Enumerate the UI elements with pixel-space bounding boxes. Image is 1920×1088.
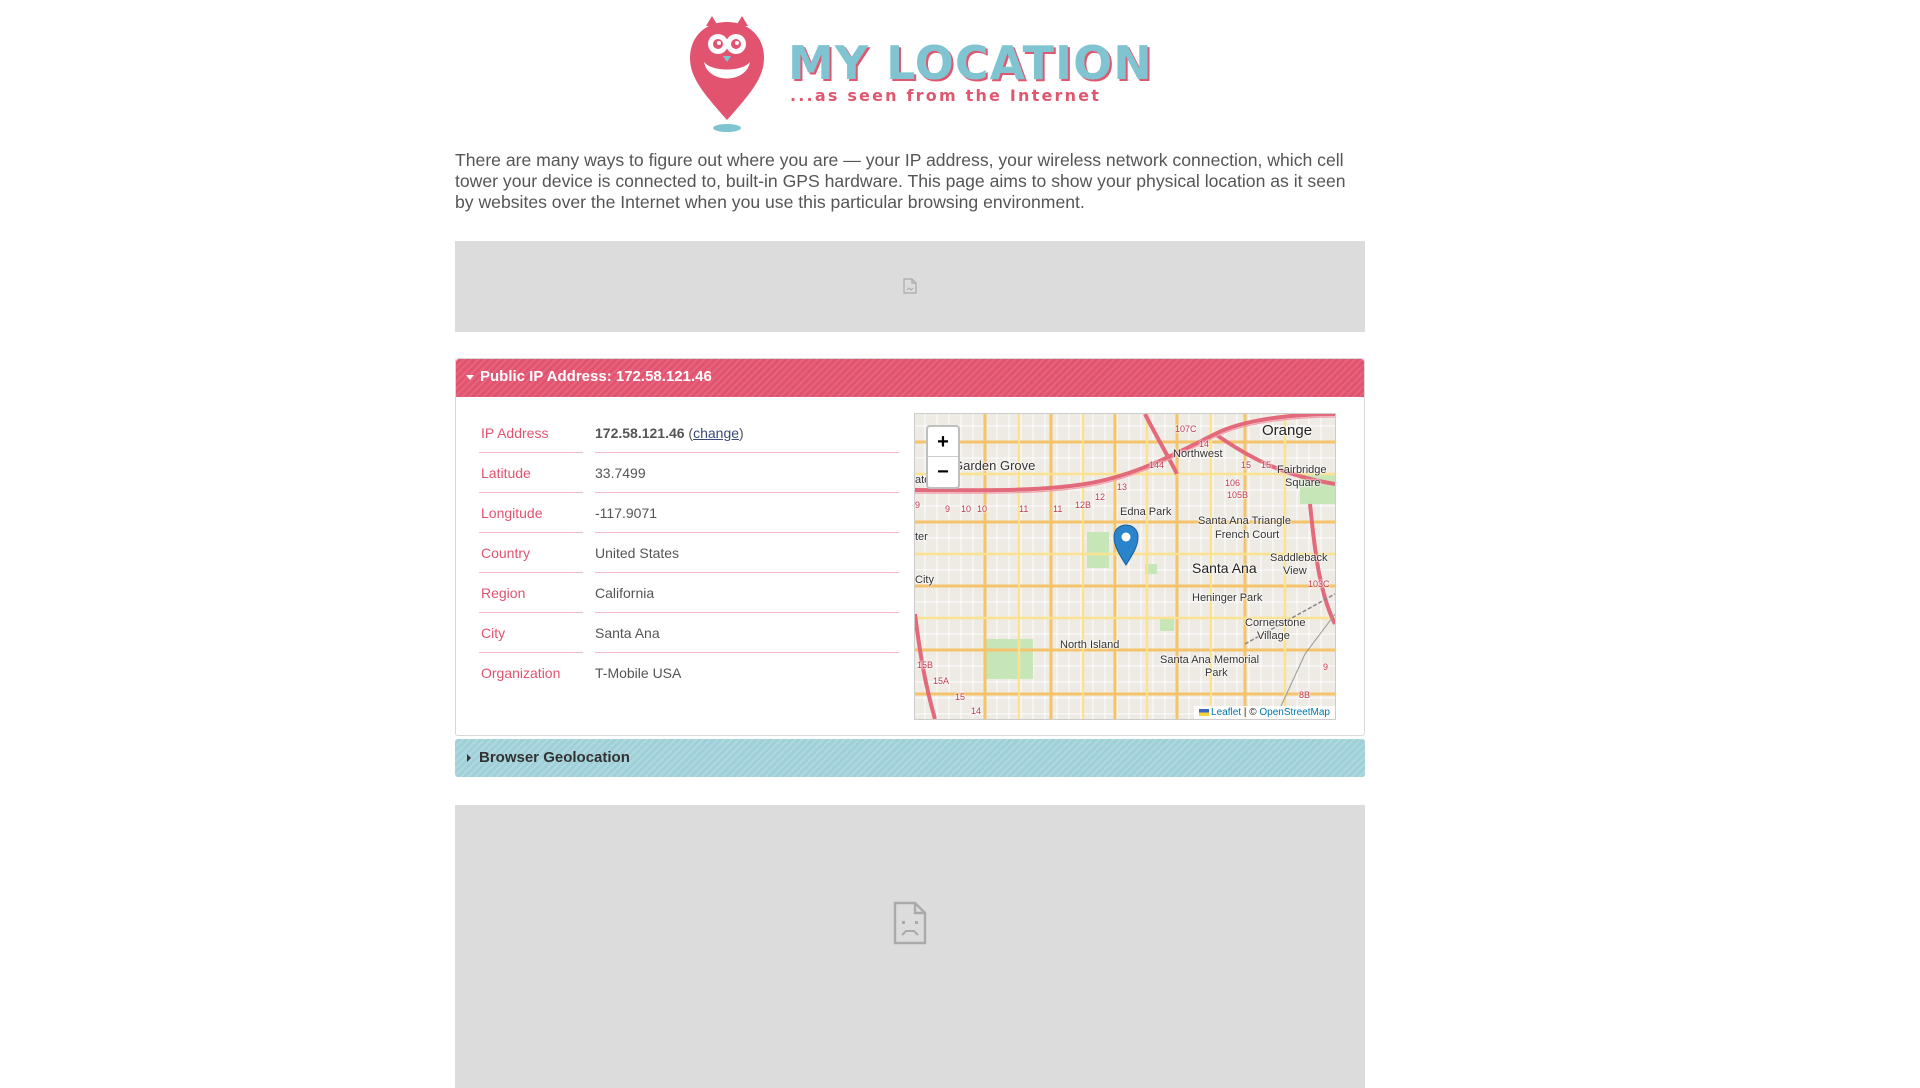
map-label: North Island (1060, 639, 1120, 651)
logo-tagline: ...as seen from the Internet (790, 86, 1102, 105)
map-route-label: 15 (1261, 460, 1272, 470)
map-route-label: 12B (1075, 500, 1092, 510)
map-route-label: 103C (1308, 579, 1330, 589)
attribution-separator: | © (1243, 707, 1257, 718)
info-label: Latitude (481, 465, 531, 481)
leaflet-link[interactable]: Leaflet (1211, 707, 1241, 718)
caret-right-icon (467, 754, 471, 762)
map-label: Santa Ana Triangle (1198, 515, 1291, 527)
map-label: Heninger Park (1192, 592, 1263, 604)
location-marker-icon[interactable] (1113, 524, 1139, 566)
ad-placeholder-bottom (455, 805, 1365, 1088)
map-label: French Court (1215, 529, 1280, 541)
info-value: Santa Ana (595, 625, 660, 641)
info-value: 172.58.121.46 (change) (595, 425, 744, 441)
map-label: Square (1285, 477, 1321, 489)
broken-image-icon (893, 901, 927, 945)
map-route-label: 13 (1117, 482, 1128, 492)
map-label: Santa Ana (1192, 560, 1257, 576)
info-row-region: Region California (479, 573, 899, 613)
info-label: Organization (481, 665, 561, 681)
map-route-label: 15B (917, 660, 934, 670)
map-label: Saddleback (1270, 552, 1328, 564)
info-label: IP Address (481, 425, 549, 441)
browser-geolocation-panel-header[interactable]: Browser Geolocation (455, 739, 1365, 777)
ad-placeholder-top (455, 241, 1365, 332)
map-route-label: 15 (955, 692, 966, 702)
info-row-ip-address: IP Address 172.58.121.46 (change) (479, 413, 899, 453)
map-attribution: Leaflet | © OpenStreetMap (1194, 706, 1335, 719)
info-label: City (481, 625, 506, 641)
browser-geolocation-title: Browser Geolocation (479, 749, 630, 766)
info-row-country: Country United States (479, 533, 899, 573)
map-label: Village (1257, 630, 1290, 642)
map-route-label: 12 (1095, 492, 1106, 502)
ip-address-value: 172.58.121.46 (595, 425, 685, 441)
map-zoom-control: + − (926, 425, 960, 489)
map-label: Garden Grove (953, 458, 1036, 473)
owl-pin-icon (690, 16, 764, 132)
public-ip-panel-header[interactable]: Public IP Address: 172.58.121.46 (456, 359, 1364, 397)
intro-paragraph: There are many ways to figure out where … (455, 150, 1346, 212)
map-route-label: 11 (1019, 504, 1029, 514)
logo-title: MY LOCATION (788, 36, 1153, 90)
map-route-label: 10 (961, 504, 972, 514)
map-label: Cornerstone (1245, 617, 1306, 629)
map-route-label: 9 (945, 504, 951, 514)
map-route-label: 15 (1241, 460, 1252, 470)
ukraine-flag-icon (1199, 708, 1210, 716)
info-value: -117.9071 (595, 505, 658, 521)
info-row-city: City Santa Ana (479, 613, 899, 653)
map-route-label: 14 (1199, 439, 1210, 449)
info-row-longitude: Longitude -117.9071 (479, 493, 899, 533)
change-ip-link[interactable]: change (693, 425, 739, 441)
info-value: California (595, 585, 655, 601)
info-label: Region (481, 585, 526, 601)
info-row-organization: Organization T-Mobile USA (479, 653, 899, 693)
broken-image-icon (903, 278, 917, 294)
info-label: Country (481, 545, 531, 561)
map-label: Orange (1262, 422, 1313, 439)
map-route-label: 107C (1175, 424, 1197, 434)
map-route-label: 144 (1149, 460, 1165, 470)
info-value: T-Mobile USA (595, 665, 682, 681)
map-label: Northwest (1173, 448, 1223, 460)
map-label: Fairbridge (1277, 464, 1327, 476)
info-row-latitude: Latitude 33.7499 (479, 453, 899, 493)
public-ip-panel: Public IP Address: 172.58.121.46 IP Addr… (455, 358, 1365, 736)
map-route-label: 15A (933, 676, 950, 686)
caret-down-icon (466, 375, 474, 380)
location-map[interactable]: Orange Garden Grove Northwest Fairbridge… (914, 413, 1336, 720)
site-logo: MY LOCATION ...as seen from the Internet (682, 12, 1152, 134)
map-route-label: 9 (915, 500, 921, 510)
zoom-in-button[interactable]: + (928, 427, 958, 457)
map-route-label: 8B (1299, 690, 1311, 700)
info-label: Longitude (481, 505, 543, 521)
zoom-out-button[interactable]: − (928, 457, 958, 487)
map-label: Park (1205, 667, 1228, 679)
info-value: United States (595, 545, 680, 561)
map-route-label: 105B (1227, 490, 1249, 500)
map-label: Edna Park (1120, 506, 1172, 518)
map-route-label: 9 (1323, 662, 1329, 672)
map-route-label: 10 (977, 504, 988, 514)
public-ip-panel-title: Public IP Address: 172.58.121.46 (480, 368, 712, 385)
openstreetmap-link[interactable]: OpenStreetMap (1259, 707, 1330, 718)
map-label: ter (915, 531, 928, 543)
map-route-label: 14 (971, 706, 982, 716)
map-route-label: 106 (1225, 478, 1241, 488)
map-route-label: 11 (1053, 504, 1063, 514)
map-label: View (1283, 565, 1307, 577)
map-label: Santa Ana Memorial (1160, 654, 1260, 666)
info-value: 33.7499 (595, 465, 646, 481)
map-label: City (915, 574, 934, 586)
